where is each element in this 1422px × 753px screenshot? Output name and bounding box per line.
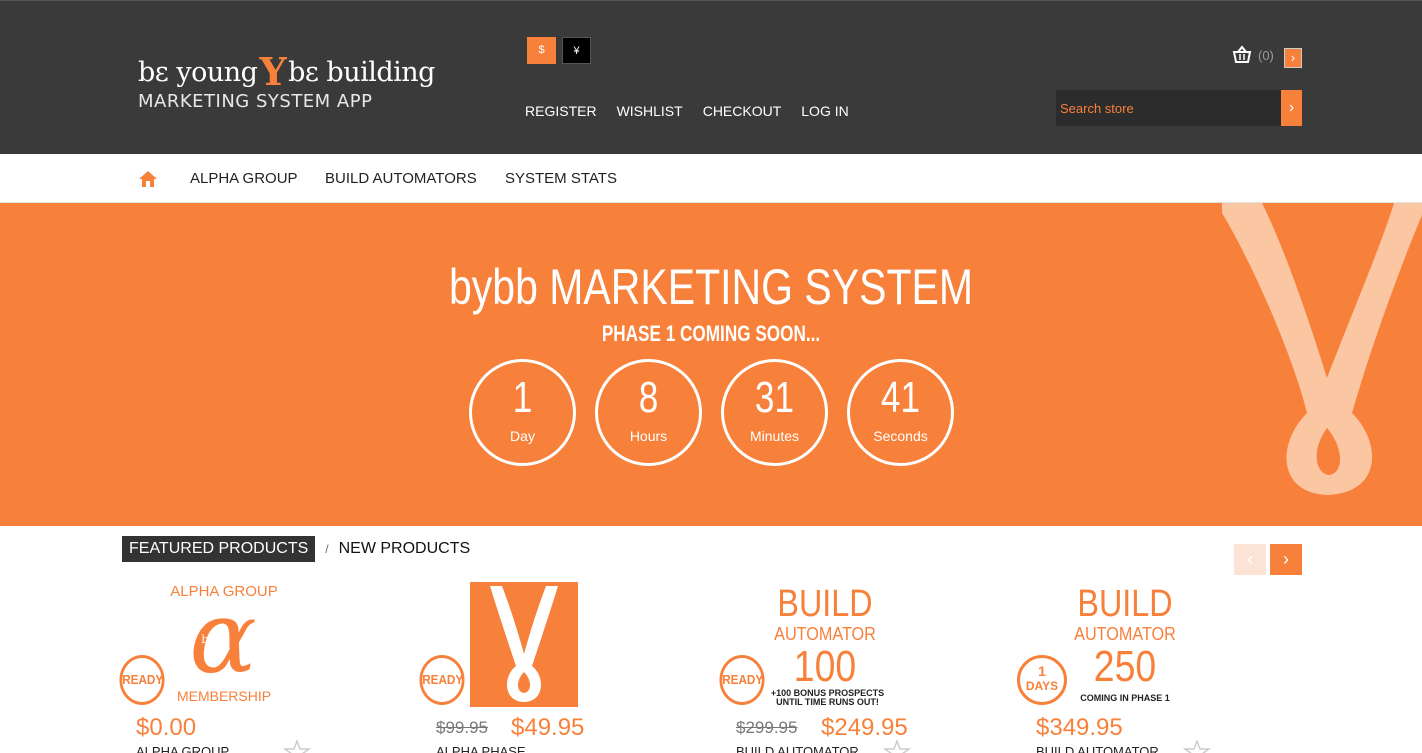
- logo-right-text: bε building: [288, 57, 435, 88]
- product-name[interactable]: ALPHA PHASE: [436, 744, 526, 753]
- product-image-brand-text: bybb: [201, 633, 229, 646]
- y-logo-watermark: [1222, 203, 1422, 495]
- countdown-minutes: 31 Minutes: [721, 359, 828, 466]
- product-image-note: UNTIL TIME RUNS OUT!: [776, 697, 879, 707]
- nav-item-build-automators[interactable]: BUILD AUTOMATORS: [325, 170, 477, 187]
- product-name[interactable]: ALPHA GROUP: [136, 744, 229, 753]
- product-image-top-text: BUILD: [777, 583, 873, 625]
- countdown-label: Seconds: [873, 428, 928, 444]
- logo-y-mark: Y: [259, 49, 287, 94]
- home-icon[interactable]: [138, 170, 158, 188]
- cart-count: (0): [1258, 47, 1274, 63]
- countdown-hours: 8 Hours: [595, 359, 702, 466]
- cart-summary[interactable]: (0): [1232, 45, 1274, 65]
- login-link[interactable]: LOG IN: [801, 103, 848, 119]
- ready-badge: READY: [419, 655, 465, 705]
- countdown-value: 8: [638, 373, 659, 422]
- product-image-top-text: BUILD: [1077, 583, 1173, 625]
- product-tabs: FEATURED PRODUCTS / NEW PRODUCTS: [122, 536, 470, 562]
- product-name[interactable]: BUILD AUTOMATOR: [1036, 744, 1159, 753]
- header-links: REGISTER WISHLIST CHECKOUT LOG IN: [525, 103, 849, 119]
- wishlist-star-icon[interactable]: [283, 740, 311, 753]
- main-nav: ALPHA GROUP BUILD AUTOMATORS SYSTEM STAT…: [0, 154, 1422, 203]
- ready-badge: READY: [719, 655, 765, 705]
- countdown-label: Minutes: [749, 428, 800, 444]
- cart-arrow-icon[interactable]: ›: [1284, 48, 1302, 68]
- product-image-number: 100: [793, 642, 857, 691]
- wishlist-star-icon[interactable]: [1183, 740, 1211, 753]
- days-badge-number: 1: [1038, 663, 1046, 679]
- product-price: $349.95: [1036, 714, 1123, 741]
- countdown-seconds: 41 Seconds: [847, 359, 954, 466]
- tab-new-products[interactable]: NEW PRODUCTS: [339, 540, 471, 558]
- search-input[interactable]: [1056, 90, 1281, 126]
- carousel-next-button[interactable]: ›: [1270, 544, 1302, 575]
- product-image-bottom-text: MEMBERSHIP: [176, 688, 272, 704]
- currency-usd-button[interactable]: $: [527, 37, 556, 64]
- countdown-value: 41: [880, 373, 921, 422]
- carousel-prev-button[interactable]: ‹: [1234, 544, 1266, 575]
- product-image-number: 250: [1093, 642, 1157, 691]
- days-badge: 1 DAYS: [1017, 655, 1067, 705]
- banner-title: bybb MARKETING SYSTEM: [448, 259, 974, 315]
- wishlist-star-icon[interactable]: [883, 740, 911, 753]
- product-name[interactable]: BUILD AUTOMATOR: [736, 744, 859, 753]
- banner-subtitle: PHASE 1 COMING SOON...: [601, 321, 821, 346]
- countdown-label: Hours: [629, 428, 668, 444]
- countdown-label: Day: [510, 428, 535, 444]
- ready-badge: READY: [119, 655, 165, 705]
- product-price: $49.95: [511, 714, 585, 741]
- logo-subtitle: MARKETING SYSTEM APP: [138, 91, 373, 112]
- wishlist-link[interactable]: WISHLIST: [617, 103, 683, 119]
- product-image-note: COMING IN PHASE 1: [1080, 693, 1170, 703]
- product-price: $0.00: [136, 714, 197, 741]
- search-button[interactable]: ›: [1281, 90, 1302, 126]
- checkout-link[interactable]: CHECKOUT: [703, 103, 782, 119]
- product-old-price: $99.95: [436, 718, 488, 737]
- nav-item-alpha-group[interactable]: ALPHA GROUP: [190, 170, 298, 187]
- hero-banner: bybb MARKETING SYSTEM PHASE 1 COMING SOO…: [0, 203, 1422, 526]
- y-logo-product-image: [470, 582, 578, 707]
- register-link[interactable]: REGISTER: [525, 103, 597, 119]
- countdown-value: 1: [512, 373, 533, 422]
- product-price: $249.95: [821, 714, 908, 741]
- tab-separator: /: [325, 542, 329, 556]
- nav-item-system-stats[interactable]: SYSTEM STATS: [505, 170, 617, 187]
- days-badge-unit: DAYS: [1025, 679, 1059, 693]
- countdown-value: 31: [754, 373, 795, 422]
- countdown-days: 1 Day: [469, 359, 576, 466]
- logo-left-text: bε young: [138, 57, 258, 88]
- tab-featured-products[interactable]: FEATURED PRODUCTS: [122, 536, 316, 562]
- site-header: bε youngYbε building MARKETING SYSTEM AP…: [0, 0, 1422, 154]
- currency-yen-button[interactable]: ¥: [562, 37, 591, 64]
- product-old-price: $299.95: [736, 718, 798, 737]
- logo[interactable]: bε youngYbε building: [138, 45, 435, 94]
- basket-icon: [1232, 45, 1252, 63]
